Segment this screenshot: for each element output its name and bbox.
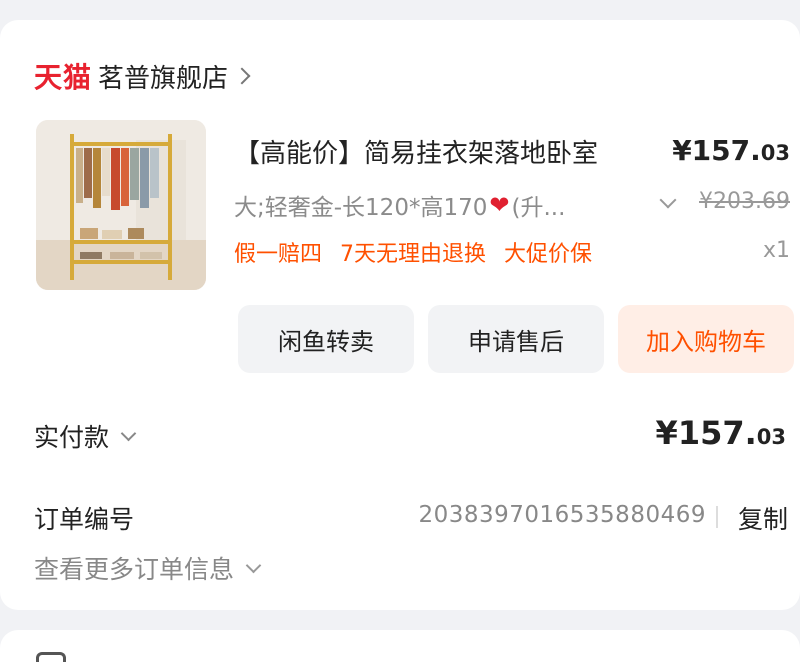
unit-price-cents: 03 [760, 141, 790, 165]
unit-price-main: ¥157. [672, 134, 761, 167]
add-to-cart-button[interactable]: 加入购物车 [618, 305, 794, 373]
payment-label-text: 实付款 [34, 423, 110, 452]
product-title[interactable]: 【高能价】简易挂衣架落地卧室 [234, 133, 598, 170]
divider [716, 506, 718, 528]
product-thumbnail[interactable] [36, 120, 206, 290]
promo-tags: 假一赔四 7天无理由退换 大促价保 [234, 236, 592, 268]
sku-text-suffix: (升... [511, 195, 566, 221]
payment-label[interactable]: 实付款 [34, 418, 137, 454]
store-name[interactable]: 茗普旗舰店 [98, 58, 228, 95]
chevron-down-icon [245, 557, 262, 573]
unit-price: ¥157.03 [672, 134, 790, 167]
payment-amount-main: ¥157. [655, 414, 757, 452]
promo-tag: 7天无理由退换 [340, 242, 487, 267]
copy-button[interactable]: 复制 [738, 500, 788, 536]
truck-icon [36, 652, 66, 662]
chevron-right-icon [233, 67, 251, 85]
original-price: ¥203.69 [699, 189, 790, 214]
heart-icon: ❤ [489, 191, 510, 219]
after-sale-button[interactable]: 申请售后 [428, 305, 604, 373]
next-card [0, 630, 800, 662]
more-order-info[interactable]: 查看更多订单信息 [34, 550, 262, 586]
clothes-rack-image [36, 120, 206, 290]
quantity: x1 [762, 238, 790, 263]
promo-tag: 假一赔四 [234, 242, 323, 267]
promo-tag: 大促价保 [504, 242, 593, 267]
order-number-label: 订单编号 [34, 505, 135, 534]
more-order-info-text: 查看更多订单信息 [34, 555, 235, 584]
store-header[interactable]: 天猫 茗普旗舰店 [34, 58, 251, 95]
payment-amount: ¥157.03 [656, 414, 786, 452]
payment-amount-cents: 03 [756, 425, 786, 449]
resell-button[interactable]: 闲鱼转卖 [238, 305, 414, 373]
chevron-down-icon [120, 425, 137, 441]
tmall-logo: 天猫 [34, 61, 93, 94]
order-number: 2038397016535880469 [418, 502, 706, 528]
sku-selector[interactable]: 大;轻奢金-长120*高170 ❤ (升... [234, 188, 565, 222]
sku-text: 大;轻奢金-长120*高170 [234, 195, 488, 221]
